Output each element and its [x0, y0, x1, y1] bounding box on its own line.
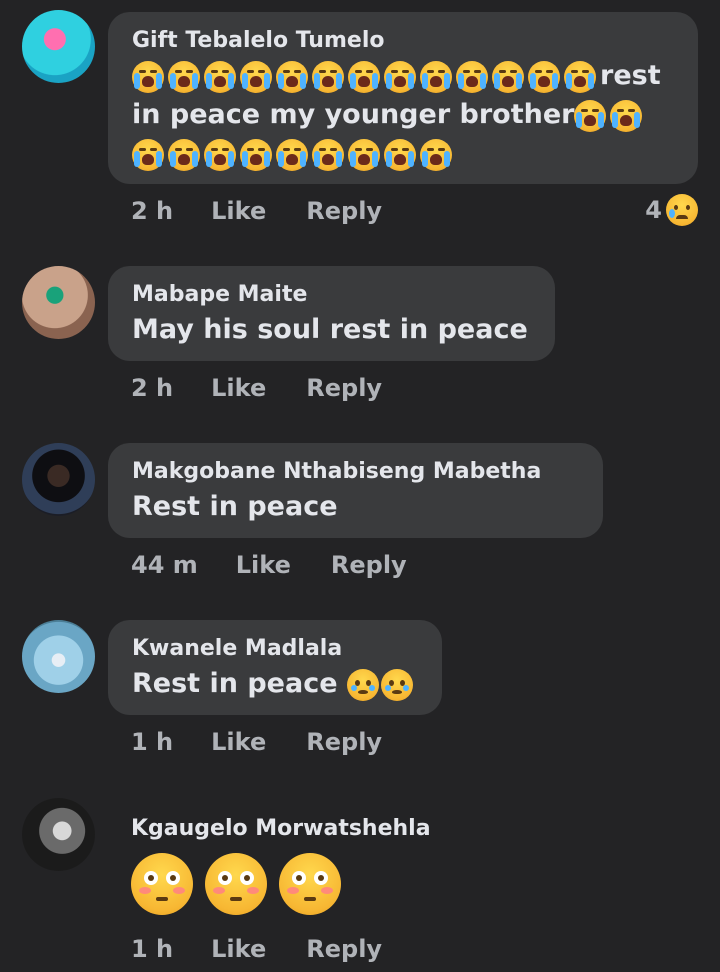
loudly-crying-face-icon — [312, 60, 344, 93]
loudly-crying-face-icon — [132, 60, 164, 93]
loudly-crying-face-icon — [276, 138, 308, 171]
like-button[interactable]: Like — [211, 935, 266, 963]
reaction-count: 4 — [645, 196, 662, 224]
loudly-crying-face-icon — [348, 138, 380, 171]
loudly-crying-face-icon — [420, 60, 452, 93]
comment-time[interactable]: 44 m — [131, 551, 198, 579]
flushed-face-icon — [279, 853, 341, 915]
reply-button[interactable]: Reply — [331, 551, 407, 579]
flushed-face-icon — [205, 853, 267, 915]
reply-button[interactable]: Reply — [306, 197, 382, 225]
comment-meta: 1 h Like Reply — [131, 728, 422, 756]
loudly-crying-face-icon — [420, 138, 452, 171]
avatar[interactable] — [22, 266, 95, 339]
loudly-crying-face-icon — [276, 60, 308, 93]
sad-tear-icon — [666, 194, 698, 226]
comment-time[interactable]: 2 h — [131, 374, 173, 402]
comment-author[interactable]: Mabape Maite — [132, 280, 531, 310]
comment-author[interactable]: Gift Tebalelo Tumelo — [132, 26, 674, 56]
comment-meta: 2 h Like Reply — [131, 374, 422, 402]
loudly-crying-face-icon — [574, 99, 607, 132]
avatar[interactable] — [22, 443, 95, 516]
like-button[interactable]: Like — [211, 728, 266, 756]
holding-back-tears-face-icon — [346, 668, 379, 701]
avatar[interactable] — [22, 10, 95, 83]
like-button[interactable]: Like — [211, 197, 266, 225]
loudly-crying-face-icon — [132, 138, 164, 171]
comment-bubble: Kwanele Madlala Rest in peace — [108, 620, 442, 715]
reply-button[interactable]: Reply — [306, 728, 382, 756]
loudly-crying-face-icon — [492, 60, 524, 93]
like-button[interactable]: Like — [211, 374, 266, 402]
comment-bubble: Makgobane Nthabiseng Mabetha Rest in pea… — [108, 443, 603, 538]
comment-bubble: Mabape Maite May his soul rest in peace — [108, 266, 555, 361]
emoji-only-comment — [131, 853, 353, 915]
loudly-crying-face-icon — [240, 138, 272, 171]
loudly-crying-face-icon — [564, 60, 596, 93]
comment-author[interactable]: Makgobane Nthabiseng Mabetha — [132, 457, 579, 487]
loudly-crying-face-icon — [348, 60, 380, 93]
comment-time[interactable]: 1 h — [131, 935, 173, 963]
comment-text-part: rest — [600, 60, 661, 91]
crying-emoji-row — [132, 60, 600, 93]
reply-button[interactable]: Reply — [306, 374, 382, 402]
comment-text: May his soul rest in peace — [132, 314, 528, 345]
comment-time[interactable]: 1 h — [131, 728, 173, 756]
loudly-crying-face-icon — [312, 138, 344, 171]
crying-emoji-row — [132, 138, 456, 171]
comment-text: rest in peace my younger brother — [132, 56, 674, 173]
avatar[interactable] — [22, 620, 95, 693]
holding-back-tears-face-icon — [380, 668, 413, 701]
crying-emoji-row — [574, 99, 646, 132]
loudly-crying-face-icon — [240, 60, 272, 93]
loudly-crying-face-icon — [168, 138, 200, 171]
loudly-crying-face-icon — [204, 138, 236, 171]
comment-meta: 2 h Like Reply — [131, 197, 422, 225]
flushed-face-icon — [131, 853, 193, 915]
comment-text: Rest in peace — [132, 491, 338, 522]
comment-author[interactable]: Kgaugelo Morwatshehla — [131, 814, 431, 844]
comment-meta: 44 m Like Reply — [131, 551, 447, 579]
comment-time[interactable]: 2 h — [131, 197, 173, 225]
reply-button[interactable]: Reply — [306, 935, 382, 963]
reaction-summary[interactable]: 4 — [645, 194, 698, 226]
loudly-crying-face-icon — [168, 60, 200, 93]
loudly-crying-face-icon — [528, 60, 560, 93]
loudly-crying-face-icon — [384, 60, 416, 93]
comment-text-part: Rest in peace — [132, 668, 338, 699]
comment-text-part: in peace my younger brother — [132, 99, 575, 130]
loudly-crying-face-icon — [204, 60, 236, 93]
loudly-crying-face-icon — [384, 138, 416, 171]
comment-meta: 1 h Like Reply — [131, 935, 422, 963]
comment-bubble: Gift Tebalelo Tumelo rest in peace my yo… — [108, 12, 698, 184]
loudly-crying-face-icon — [456, 60, 488, 93]
comment-author[interactable]: Kwanele Madlala — [132, 634, 418, 664]
loudly-crying-face-icon — [610, 99, 643, 132]
avatar[interactable] — [22, 798, 95, 871]
comment-text: Rest in peace — [132, 664, 418, 703]
like-button[interactable]: Like — [236, 551, 291, 579]
